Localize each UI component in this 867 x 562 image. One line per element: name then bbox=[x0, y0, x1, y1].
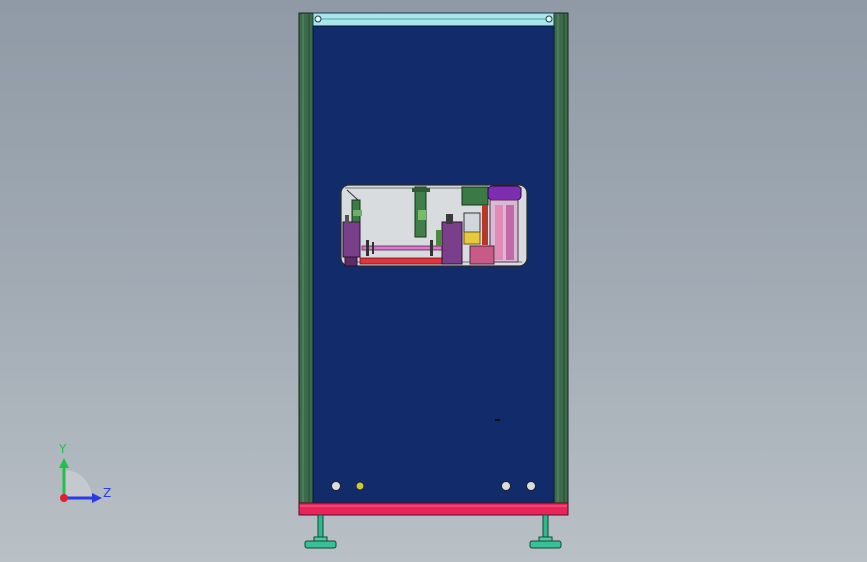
triad-x-axis bbox=[60, 494, 68, 502]
triad-y-label: Y bbox=[59, 442, 67, 456]
triad-z-arrow bbox=[92, 493, 102, 503]
inspection-window[interactable] bbox=[340, 184, 528, 267]
cad-graphics-viewport[interactable]: Y Z bbox=[0, 0, 867, 562]
frame-top-bar[interactable] bbox=[312, 12, 555, 27]
base-plate[interactable] bbox=[298, 502, 569, 516]
reference-triad[interactable] bbox=[59, 458, 102, 503]
frame-right-upright[interactable] bbox=[553, 12, 569, 504]
triad-plane-shade bbox=[64, 470, 92, 498]
panel-marking bbox=[495, 419, 500, 421]
triad-y-arrow bbox=[59, 458, 69, 468]
leveling-foot-left[interactable] bbox=[304, 514, 337, 549]
triad-z-label: Z bbox=[103, 486, 112, 500]
cad-model-front-view[interactable] bbox=[0, 0, 867, 562]
frame-left-upright[interactable] bbox=[298, 12, 314, 504]
right-drive-block[interactable] bbox=[461, 185, 522, 265]
leveling-foot-right[interactable] bbox=[529, 514, 562, 549]
